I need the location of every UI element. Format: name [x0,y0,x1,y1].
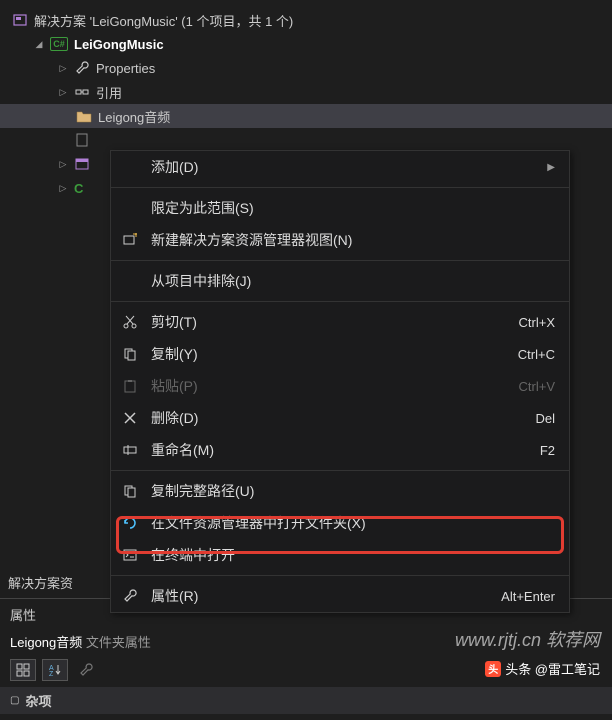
references-icon [74,84,90,100]
menu-label: 添加(D) [151,157,535,177]
menu-label: 新建解决方案资源管理器视图(N) [151,230,555,250]
menu-cut[interactable]: 剪切(T) Ctrl+X [111,306,569,338]
menu-separator [111,470,569,471]
context-menu: 添加(D) ▶ 限定为此范围(S) 新建解决方案资源管理器视图(N) 从项目中排… [110,150,570,613]
solution-label: 解决方案 'LeiGongMusic' (1 个项目，共 1 个) [34,11,293,30]
properties-node[interactable]: ▷ Properties [0,56,612,80]
menu-shortcut: Ctrl+C [518,347,555,362]
watermark-text: www.rjtj.cn 软荐网 [455,626,600,652]
properties-category-misc[interactable]: ▢ 杂项 [0,687,612,714]
menu-shortcut: Ctrl+V [519,379,555,394]
menu-open-folder[interactable]: 在文件资源管理器中打开文件夹(X) [111,507,569,539]
panel-label-truncated: 解决方案资 [8,573,73,592]
menu-paste: 粘贴(P) Ctrl+V [111,370,569,402]
csharp-badge-icon: C# [50,37,68,51]
folder-node[interactable]: Leigong音频 [0,104,612,128]
menu-copy[interactable]: 复制(Y) Ctrl+C [111,338,569,370]
menu-add[interactable]: 添加(D) ▶ [111,151,569,183]
properties-object-name: Leigong音频 [10,635,82,650]
menu-label: 复制完整路径(U) [151,481,555,501]
terminal-icon [121,546,139,564]
wrench-icon [74,60,90,76]
menu-properties[interactable]: 属性(R) Alt+Enter [111,580,569,612]
menu-delete[interactable]: 删除(D) Del [111,402,569,434]
menu-label: 在终端中打开 [151,545,555,565]
menu-separator [111,575,569,576]
file-icon [74,132,90,148]
folder-icon [76,109,92,123]
menu-rename[interactable]: 重命名(M) F2 [111,434,569,466]
solution-icon [12,12,28,28]
svg-text:Z: Z [49,671,54,677]
menu-label: 从项目中排除(J) [151,271,555,291]
menu-shortcut: Ctrl+X [519,315,555,330]
expander-icon[interactable]: ▷ [58,63,68,73]
menu-copy-path[interactable]: 复制完整路径(U) [111,475,569,507]
menu-shortcut: Alt+Enter [501,589,555,604]
menu-label: 复制(Y) [151,344,506,364]
expander-icon[interactable]: ◢ [34,39,44,49]
menu-separator [111,301,569,302]
byline: 头 头条 @雷工笔记 [485,659,600,678]
references-node[interactable]: ▷ 引用 [0,80,612,104]
categorize-button[interactable] [10,659,36,681]
project-label: LeiGongMusic [74,37,164,52]
menu-label: 删除(D) [151,408,523,428]
menu-label: 限定为此范围(S) [151,198,555,218]
byline-text: 头条 @雷工笔记 [505,659,600,678]
copy-icon [121,482,139,500]
expander-icon[interactable]: ▷ [58,159,68,169]
properties-object-type: 文件夹属性 [86,635,151,650]
toutiao-icon: 头 [485,661,501,677]
alphabetize-button[interactable]: AZ [42,659,68,681]
menu-shortcut: Del [535,411,555,426]
menu-label: 属性(R) [151,586,489,606]
solution-node[interactable]: 解决方案 'LeiGongMusic' (1 个项目，共 1 个) [0,8,612,32]
c-label: C [74,181,83,196]
properties-title: 属性 [10,605,36,624]
copy-icon [121,345,139,363]
menu-separator [111,260,569,261]
menu-label: 剪切(T) [151,312,507,332]
form-icon [74,156,90,172]
wrench-icon [121,587,139,605]
rename-icon [121,441,139,459]
references-label: 引用 [96,83,122,102]
menu-label: 在文件资源管理器中打开文件夹(X) [151,513,555,533]
wrench-icon [78,662,94,678]
tree-node-partial[interactable] [0,128,612,152]
properties-label: Properties [96,61,155,76]
open-folder-icon [121,514,139,532]
paste-icon [121,377,139,395]
cut-icon [121,313,139,331]
project-node[interactable]: ◢ C# LeiGongMusic [0,32,612,56]
delete-icon [121,409,139,427]
expander-icon[interactable]: ▷ [58,183,68,193]
category-label: 杂项 [25,691,51,710]
menu-label: 重命名(M) [151,440,528,460]
menu-separator [111,187,569,188]
submenu-arrow-icon: ▶ [547,162,555,173]
menu-shortcut: F2 [540,443,555,458]
menu-terminal[interactable]: 在终端中打开 [111,539,569,571]
new-view-icon [121,231,139,249]
expander-icon[interactable]: ▷ [58,87,68,97]
menu-new-view[interactable]: 新建解决方案资源管理器视图(N) [111,224,569,256]
properties-panel: 属性 Leigong音频 文件夹属性 AZ ▢ 杂项 [0,598,612,714]
expand-icon[interactable]: ▢ [10,695,19,706]
menu-label: 粘贴(P) [151,376,507,396]
menu-scope[interactable]: 限定为此范围(S) [111,192,569,224]
folder-label: Leigong音频 [98,107,170,126]
menu-exclude[interactable]: 从项目中排除(J) [111,265,569,297]
